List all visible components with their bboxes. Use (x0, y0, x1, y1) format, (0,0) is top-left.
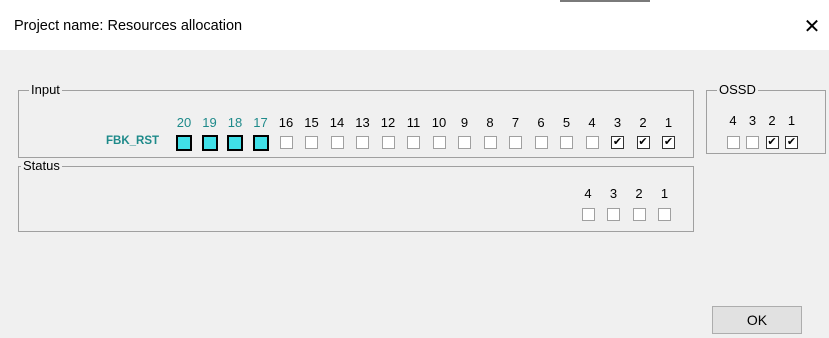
input-checkbox-15[interactable] (305, 136, 318, 149)
status-channel-number-1: 1 (660, 186, 669, 201)
input-channel-number-6: 6 (537, 115, 545, 130)
input-channel-number-19: 19 (202, 115, 217, 130)
input-checkbox-19[interactable] (201, 135, 218, 151)
ossd-channel-number-1: 1 (787, 113, 796, 128)
input-channel-number-11: 11 (406, 115, 421, 130)
input-channel-number-15: 15 (304, 115, 319, 130)
input-checkbox-20[interactable] (176, 135, 192, 151)
input-channel-number-10: 10 (431, 115, 447, 130)
input-checkbox-10[interactable] (432, 136, 446, 149)
input-checkbox-2[interactable] (636, 134, 650, 150)
ossd-checkbox-3[interactable] (746, 136, 759, 149)
window-title: Project name: Resources allocation (14, 18, 243, 34)
input-checkbox-4[interactable] (585, 136, 599, 149)
input-checkbox-18[interactable] (227, 135, 243, 151)
input-checkbox-16[interactable] (279, 136, 293, 149)
ossd-checkbox-4[interactable] (726, 136, 740, 149)
input-channel-number-2: 2 (639, 115, 647, 130)
input-checkbox-12[interactable] (381, 136, 395, 149)
input-checkbox-13[interactable] (356, 136, 369, 149)
input-channel-number-13: 13 (355, 115, 370, 130)
input-channel-number-9: 9 (460, 115, 469, 130)
input-checkbox-7[interactable] (509, 136, 522, 149)
input-channel-number-1: 1 (664, 115, 673, 130)
ossd-group-label: OSSD (717, 82, 758, 98)
ossd-groupbox: OSSD 4321 (706, 82, 826, 154)
status-checkbox-4[interactable] (581, 208, 595, 221)
title-bar: Project name: Resources allocation ✕ (0, 0, 829, 50)
ossd-channel-number-3: 3 (748, 113, 757, 128)
title-bar-accent (560, 0, 650, 2)
input-channel-number-7: 7 (511, 115, 520, 130)
input-channel-number-8: 8 (486, 115, 494, 130)
fbk-rst-label: FBK_RST (106, 135, 160, 147)
input-channel-number-5: 5 (562, 115, 571, 130)
input-checkbox-5[interactable] (560, 136, 573, 149)
dialog-client-area: Input FBK_RST 20 19 18 17 16 15 14 13 12 11 10 9 8 7 6… (0, 50, 829, 338)
input-channel-number-20: 20 (176, 115, 192, 130)
status-checkbox-3[interactable] (607, 208, 620, 221)
input-channel-number-3: 3 (613, 115, 622, 130)
status-channel-number-2: 2 (635, 186, 643, 201)
input-checkbox-14[interactable] (330, 136, 344, 149)
input-checkbox-9[interactable] (458, 136, 471, 149)
status-channel-number-4: 4 (584, 186, 592, 201)
input-group-label: Input (29, 82, 62, 98)
input-channel-number-12: 12 (380, 115, 396, 130)
status-channel-number-3: 3 (609, 186, 618, 201)
ossd-checkbox-2[interactable] (765, 134, 779, 150)
input-channel-number-17: 17 (253, 115, 268, 130)
ossd-channel-number-4: 4 (729, 113, 737, 128)
status-checkbox-2[interactable] (632, 208, 646, 221)
input-checkbox-3[interactable] (611, 134, 624, 150)
ossd-channel-number-2: 2 (768, 113, 776, 128)
input-channel-number-18: 18 (227, 115, 243, 130)
ok-button[interactable]: OK (712, 306, 802, 334)
input-channel-number-16: 16 (278, 115, 294, 130)
status-checkbox-1[interactable] (658, 208, 671, 221)
input-checkbox-1[interactable] (662, 134, 675, 150)
input-channel-number-14: 14 (329, 115, 345, 130)
input-checkbox-17[interactable] (252, 135, 269, 151)
status-group-label: Status (21, 158, 62, 174)
input-checkbox-11[interactable] (407, 136, 420, 149)
input-checkbox-8[interactable] (483, 136, 497, 149)
status-groupbox: Status 4 3 2 1 (18, 158, 694, 232)
input-groupbox: Input FBK_RST 20 19 18 17 16 15 14 13 12 11 10 9 8 7 6… (18, 82, 694, 158)
close-button[interactable]: ✕ (800, 14, 824, 38)
close-icon[interactable]: ✕ (804, 14, 821, 38)
input-checkbox-6[interactable] (534, 136, 548, 149)
ossd-checkbox-1[interactable] (785, 134, 798, 150)
input-channel-number-4: 4 (588, 115, 596, 130)
